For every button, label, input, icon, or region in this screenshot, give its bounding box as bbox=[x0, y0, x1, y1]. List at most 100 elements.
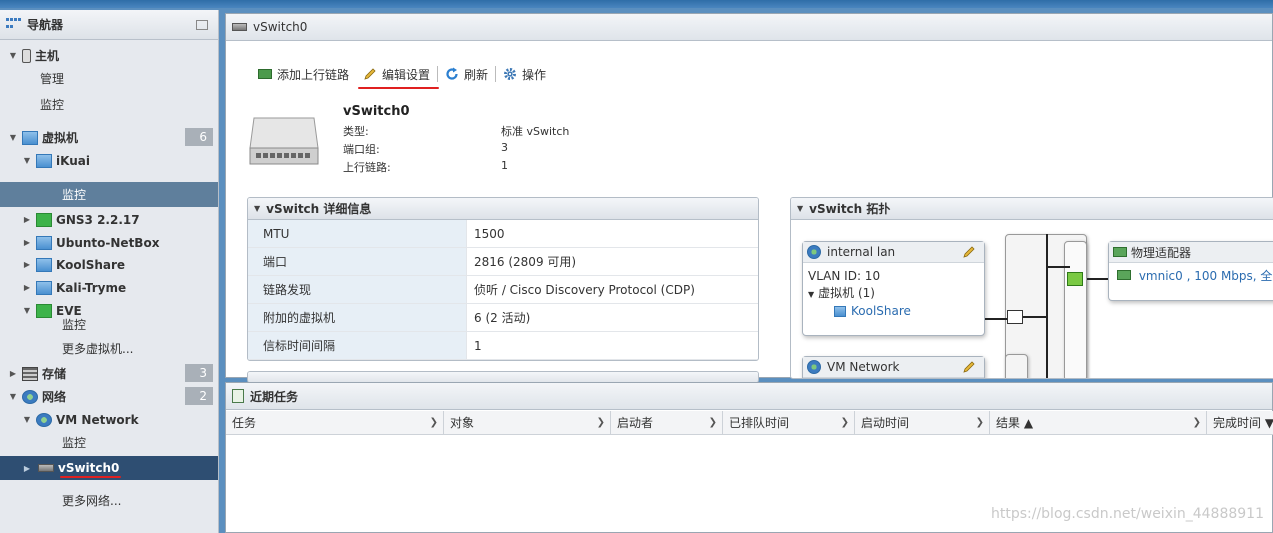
vm-link-koolshare[interactable]: KoolShare bbox=[808, 303, 984, 320]
nav-item-vm-network-monitor[interactable]: 监控 bbox=[0, 431, 218, 454]
toolbar: 添加上行链路 编辑设置 刷新 操作 bbox=[251, 64, 553, 89]
chevron-down-icon[interactable]: ❯ bbox=[1193, 411, 1201, 435]
nav-item-networking[interactable]: ▼ 网络 2 bbox=[0, 385, 218, 408]
panel-title: vSwitch0 bbox=[226, 14, 1272, 41]
chevron-down-icon[interactable]: ▼ bbox=[8, 51, 18, 60]
vm-count-badge: 6 bbox=[185, 128, 213, 146]
col-start-time[interactable]: 启动时间 ❯ bbox=[855, 411, 990, 435]
nav-item-more-networks[interactable]: 更多网络... bbox=[0, 489, 218, 512]
vm-icon bbox=[36, 280, 52, 295]
nav-item-vswitch0[interactable]: ▶ vSwitch0 bbox=[0, 456, 218, 480]
detail-row-mtu: MTU 1500 bbox=[248, 220, 758, 248]
collapse-icon[interactable] bbox=[196, 20, 208, 30]
tasks-column-headers: 任务 ❯ 对象 ❯ 启动者 ❯ 已排队时间 ❯ 启动时间 ❯ 结果 ▲ ❯ 完成时间 ▼ bbox=[226, 411, 1273, 435]
vm-running-icon bbox=[36, 212, 52, 227]
vm-icon bbox=[36, 257, 52, 272]
vm-icon bbox=[834, 306, 846, 317]
pencil-icon bbox=[364, 68, 376, 80]
detail-row-beacon-interval: 信标时间间隔 1 bbox=[248, 332, 758, 360]
col-result[interactable]: 结果 ▲ ❯ bbox=[990, 411, 1207, 435]
nav-item-host-manage[interactable]: 管理 bbox=[0, 67, 218, 90]
vswitch-icon bbox=[38, 464, 54, 472]
pencil-icon[interactable] bbox=[962, 245, 976, 259]
nav-item-storage[interactable]: ▶ 存储 3 bbox=[0, 362, 218, 385]
col-queued-time[interactable]: 已排队时间 ❯ bbox=[723, 411, 855, 435]
portgroup-internal-lan[interactable]: internal lan VLAN ID: 10 ▼ 虚拟机 (1) KoolSh… bbox=[802, 241, 985, 336]
vm-icon bbox=[22, 130, 38, 145]
uplink-port-icon bbox=[1067, 272, 1083, 286]
vmware-logo-icon bbox=[6, 17, 22, 32]
nic-add-icon bbox=[258, 69, 272, 79]
nav-item-vms[interactable]: ▼ 虚拟机 6 bbox=[0, 126, 218, 149]
nav-item-ikuai[interactable]: ▼ iKuai bbox=[0, 149, 218, 172]
detail-row-attached-vms: 附加的虚拟机 6 (2 活动) bbox=[248, 304, 758, 332]
nav-item-koolshare[interactable]: ▶ KoolShare bbox=[0, 253, 218, 276]
storage-icon bbox=[22, 366, 38, 381]
nic-icon bbox=[1117, 270, 1131, 280]
gear-icon bbox=[504, 68, 517, 80]
navigator-title: 导航器 bbox=[27, 18, 64, 32]
nav-item-host-monitor[interactable]: 监控 bbox=[0, 93, 218, 116]
nav-item-host[interactable]: ▼ 主机 bbox=[0, 44, 218, 67]
nav-item-more-vms[interactable]: 更多虚拟机... bbox=[0, 337, 218, 360]
topology-line bbox=[1048, 266, 1070, 268]
portgroup-vm-network[interactable]: VM Network bbox=[802, 356, 985, 378]
vswitch-icon bbox=[232, 23, 247, 31]
chevron-right-icon[interactable]: ▶ bbox=[22, 464, 32, 473]
chevron-down-icon[interactable]: ▼ bbox=[22, 415, 32, 424]
detail-row-link-discovery: 链路发现 侦听 / Cisco Discovery Protocol (CDP) bbox=[248, 276, 758, 304]
summary-row-uplinks: 上行链路: 1 bbox=[343, 159, 508, 174]
chevron-right-icon[interactable]: ▶ bbox=[8, 369, 18, 378]
chevron-down-icon[interactable]: ❯ bbox=[976, 411, 984, 435]
navigator-header: 导航器 bbox=[0, 10, 218, 40]
nav-item-vm-network[interactable]: ▼ VM Network bbox=[0, 408, 218, 431]
port-icon bbox=[1007, 310, 1023, 324]
chevron-down-icon[interactable]: ▼ bbox=[254, 204, 260, 213]
physical-adapters-box: 物理适配器 vmnic0 , 100 Mbps, 全双工 bbox=[1108, 241, 1273, 301]
clipboard-icon bbox=[232, 389, 244, 403]
chevron-down-icon[interactable]: ▼ bbox=[808, 290, 814, 299]
host-icon bbox=[22, 48, 31, 63]
col-object[interactable]: 对象 ❯ bbox=[444, 411, 611, 435]
nav-item-kali-tryme[interactable]: ▶ Kali-Tryme bbox=[0, 276, 218, 299]
col-task[interactable]: 任务 ❯ bbox=[226, 411, 444, 435]
chevron-right-icon[interactable]: ▶ bbox=[22, 238, 32, 247]
nav-item-ubunto-netbox[interactable]: ▶ Ubunto-NetBox bbox=[0, 231, 218, 254]
actions-button[interactable]: 操作 bbox=[496, 64, 553, 84]
chevron-down-icon[interactable]: ❯ bbox=[597, 411, 605, 435]
vmnic0-link[interactable]: vmnic0 , 100 Mbps, 全双工 bbox=[1109, 263, 1273, 284]
chevron-down-icon[interactable]: ❯ bbox=[430, 411, 438, 435]
edit-settings-button[interactable]: 编辑设置 bbox=[356, 64, 440, 89]
recent-tasks-panel: 近期任务 任务 ❯ 对象 ❯ 启动者 ❯ 已排队时间 ❯ 启动时间 ❯ 结果 ▲ ❯ 完成时… bbox=[225, 382, 1273, 533]
details-header[interactable]: ▼ vSwitch 详细信息 bbox=[248, 198, 758, 220]
chevron-down-icon[interactable]: ▼ bbox=[797, 204, 803, 213]
refresh-button[interactable]: 刷新 bbox=[438, 64, 495, 84]
refresh-icon bbox=[446, 67, 458, 80]
vswitch-topology-panel: ▼ vSwitch 拓扑 internal lan VLAN ID: 10 ▼ 虚… bbox=[790, 197, 1273, 379]
vswitch-bus-lower bbox=[1005, 354, 1028, 378]
chevron-down-icon[interactable]: ▼ bbox=[8, 392, 18, 401]
nav-item-gns3[interactable]: ▶ GNS3 2.2.17 bbox=[0, 208, 218, 231]
col-completion-time[interactable]: 完成时间 ▼ bbox=[1207, 411, 1273, 435]
col-initiator[interactable]: 启动者 ❯ bbox=[611, 411, 723, 435]
nic-icon bbox=[1113, 247, 1127, 257]
vms-group[interactable]: ▼ 虚拟机 (1) bbox=[808, 285, 984, 303]
chevron-down-icon[interactable]: ▼ bbox=[8, 133, 18, 142]
nav-item-eve-monitor[interactable]: 监控 bbox=[0, 313, 218, 336]
chevron-right-icon[interactable]: ▶ bbox=[22, 260, 32, 269]
chevron-right-icon[interactable]: ▶ bbox=[22, 283, 32, 292]
add-uplink-button[interactable]: 添加上行链路 bbox=[251, 64, 356, 84]
chevron-right-icon[interactable]: ▶ bbox=[22, 215, 32, 224]
vm-icon bbox=[36, 153, 52, 168]
topology-bus-line bbox=[1046, 234, 1048, 378]
chevron-down-icon[interactable]: ❯ bbox=[841, 411, 849, 435]
chevron-down-icon[interactable]: ▼ bbox=[22, 156, 32, 165]
nav-item-ikuai-monitor[interactable]: 监控 bbox=[0, 182, 218, 207]
network-icon bbox=[22, 389, 38, 404]
summary-row-portgroups: 端口组: 3 bbox=[343, 141, 508, 156]
topology-header[interactable]: ▼ vSwitch 拓扑 bbox=[791, 198, 1273, 220]
portgroup-icon bbox=[36, 412, 52, 427]
chevron-down-icon[interactable]: ❯ bbox=[709, 411, 717, 435]
pencil-icon[interactable] bbox=[962, 360, 976, 374]
topology-line bbox=[1087, 278, 1109, 280]
